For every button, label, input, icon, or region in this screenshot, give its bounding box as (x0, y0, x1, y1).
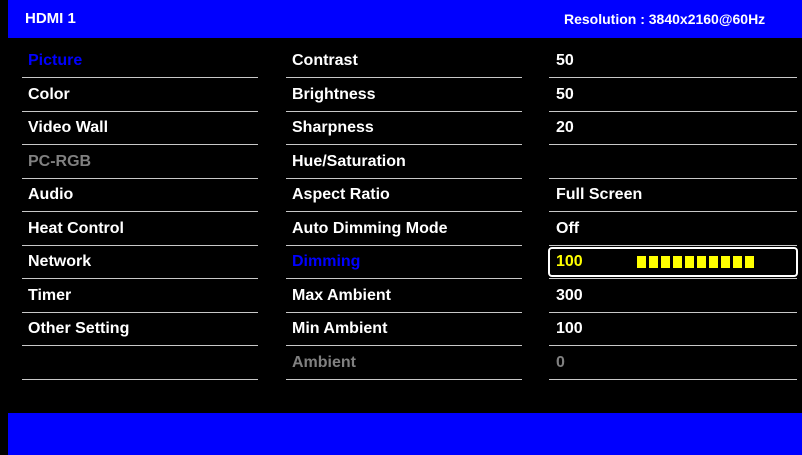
menu-divider (22, 211, 258, 212)
menu-divider (22, 77, 258, 78)
menu-divider (22, 278, 258, 279)
value-min-ambient: 100 (556, 320, 583, 337)
settings-divider (286, 278, 522, 279)
menu-item-other-setting[interactable]: Other Setting (28, 313, 129, 345)
setting-sharpness[interactable]: Sharpness (292, 112, 374, 144)
menu-item-heat-control[interactable]: Heat Control (28, 213, 124, 245)
settings-divider (286, 77, 522, 78)
osd-menu: HDMI 1 Resolution : 3840x2160@60Hz Pictu… (0, 0, 802, 455)
setting-dimming[interactable]: Dimming (292, 246, 360, 278)
menu-divider (22, 345, 258, 346)
settings-divider (286, 144, 522, 145)
dimming-bar-segment (661, 256, 670, 268)
values-divider (549, 312, 797, 313)
menu-divider (22, 379, 258, 380)
dimming-bar-segment (745, 256, 754, 268)
dimming-bar-segment (697, 256, 706, 268)
menu-item-color[interactable]: Color (28, 79, 70, 111)
menu-item-network[interactable]: Network (28, 246, 91, 278)
values-divider (549, 245, 797, 246)
values-divider (549, 144, 797, 145)
setting-max-ambient[interactable]: Max Ambient (292, 280, 391, 312)
settings-divider (286, 345, 522, 346)
value-sharpness: 20 (556, 119, 574, 136)
value-aspect-ratio: Full Screen (556, 186, 643, 203)
setting-aspect-ratio[interactable]: Aspect Ratio (292, 179, 390, 211)
dimming-value-field[interactable]: 100 (548, 247, 798, 277)
setting-contrast[interactable]: Contrast (292, 45, 358, 77)
values-divider (549, 278, 797, 279)
settings-divider (286, 379, 522, 380)
menu-item-video-wall[interactable]: Video Wall (28, 112, 108, 144)
dimming-bar-segment (709, 256, 718, 268)
value-contrast: 50 (556, 52, 574, 69)
setting-hue-saturation[interactable]: Hue/Saturation (292, 146, 406, 178)
menu-item-timer[interactable]: Timer (28, 280, 71, 312)
dimming-level-bar[interactable] (637, 256, 754, 268)
values-divider (549, 111, 797, 112)
dimming-bar-segment (649, 256, 658, 268)
menu-item-audio[interactable]: Audio (28, 179, 73, 211)
setting-auto-dimming-mode[interactable]: Auto Dimming Mode (292, 213, 448, 245)
dimming-bar-segment (637, 256, 646, 268)
setting-ambient: Ambient (292, 354, 356, 371)
settings-divider (286, 211, 522, 212)
value-ambient: 0 (556, 354, 565, 371)
setting-brightness[interactable]: Brightness (292, 79, 376, 111)
dimming-bar-segment (685, 256, 694, 268)
menu-divider (22, 144, 258, 145)
input-source-label: HDMI 1 (25, 10, 76, 27)
dimming-bar-segment (673, 256, 682, 268)
resolution-label: Resolution : 3840x2160@60Hz (564, 11, 766, 27)
dimming-bar-segment (721, 256, 730, 268)
footer-bar (8, 413, 802, 455)
values-divider (549, 211, 797, 212)
value-brightness: 50 (556, 86, 574, 103)
values-divider (549, 345, 797, 346)
dimming-bar-segment (733, 256, 742, 268)
values-divider (549, 379, 797, 380)
menu-item-picture[interactable]: Picture (28, 45, 82, 77)
value-auto-dimming-mode: Off (556, 220, 580, 237)
values-divider (549, 77, 797, 78)
dimming-value: 100 (556, 253, 583, 270)
menu-item-pc-rgb: PC-RGB (28, 153, 92, 170)
header-bar: HDMI 1 Resolution : 3840x2160@60Hz (8, 0, 802, 38)
setting-min-ambient[interactable]: Min Ambient (292, 313, 387, 345)
value-max-ambient: 300 (556, 287, 583, 304)
